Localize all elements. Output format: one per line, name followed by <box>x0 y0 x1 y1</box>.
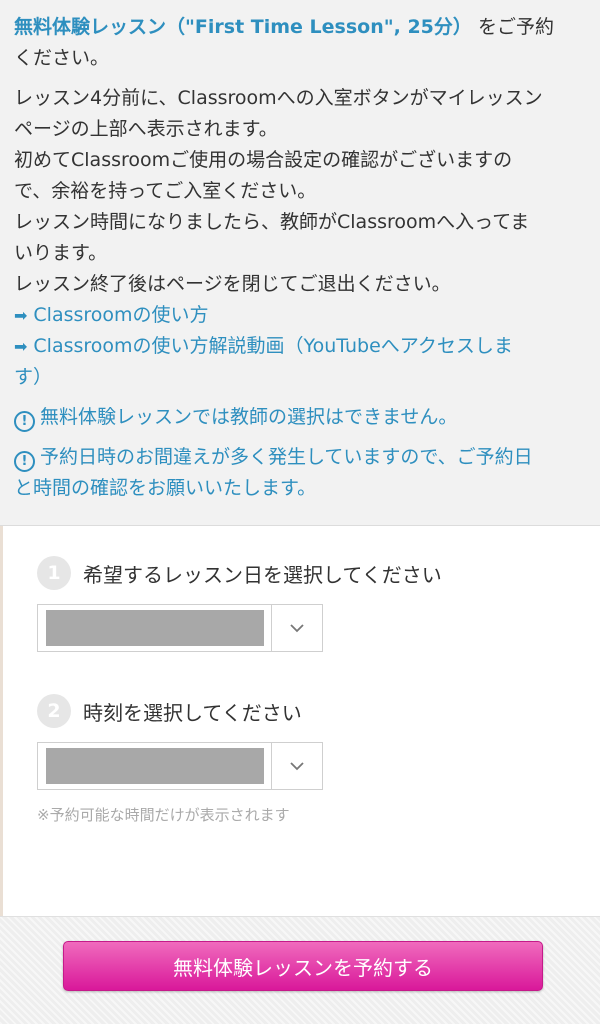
paragraph-line2: ページの上部へ表示されます。 <box>14 118 278 140</box>
classroom-usage-link-label[interactable]: Classroomの使い方 <box>33 304 208 326</box>
intro-suffix: をご予約 <box>477 16 554 38</box>
footer-bar: 無料体験レッスンを予約する <box>0 916 600 1024</box>
intro-highlight: 無料体験レッスン（"First Time Lesson", 25分） <box>14 16 472 38</box>
paragraph-line1: レッスン4分前に、Classroomへの入室ボタンがマイレッスン <box>14 87 543 109</box>
step-label: 時刻を選択してください <box>83 700 302 725</box>
step-label: 希望するレッスン日を選択してください <box>83 562 442 587</box>
paragraph-line5: レッスン時間になりましたら、教師がClassroomへ入ってま <box>14 211 530 233</box>
classroom-video-link-line2[interactable]: す） <box>14 362 586 393</box>
selected-date-value-redacted <box>46 610 264 646</box>
selected-time-value-redacted <box>46 748 264 784</box>
lesson-time-select[interactable] <box>37 742 323 790</box>
intro-text: 無料体験レッスン（"First Time Lesson", 25分） をご予約 <box>14 12 586 43</box>
warning-text: 予約日時のお間違えが多く発生していますので、ご予約日 <box>40 446 533 468</box>
paragraph-line3: 初めてClassroomご使用の場合設定の確認がございますの <box>14 149 513 171</box>
step-2: 2 時刻を選択してください <box>37 694 600 728</box>
step-number: 2 <box>37 694 71 728</box>
available-times-note: ※予約可能な時間だけが表示されます <box>37 806 290 824</box>
arrow-right-icon: ➡ <box>14 306 28 325</box>
lesson-date-select[interactable] <box>37 604 323 652</box>
warning-check-datetime: ! 予約日時のお間違えが多く発生していますので、ご予約日 <box>14 442 586 473</box>
classroom-video-link-label[interactable]: Classroomの使い方解説動画（YouTubeへアクセスしま <box>33 335 512 357</box>
arrow-right-icon: ➡ <box>14 337 28 356</box>
book-trial-lesson-button[interactable]: 無料体験レッスンを予約する <box>63 941 543 991</box>
booking-form: 1 希望するレッスン日を選択してください 2 時刻を選択してください ※予約可能… <box>0 526 600 916</box>
warning-check-datetime-line2: と時間の確認をお願いいたします。 <box>14 477 317 499</box>
chevron-down-icon[interactable] <box>271 605 322 651</box>
warning-no-teacher-select: ! 無料体験レッスンでは教師の選択はできません。 <box>14 402 586 433</box>
step-number: 1 <box>37 556 71 590</box>
paragraph-line7: レッスン終了後はページを閉じてご退出ください。 <box>14 273 451 295</box>
exclamation-circle-icon: ! <box>14 451 35 472</box>
paragraph-line4: で、余裕を持ってご入室ください。 <box>14 180 317 202</box>
intro-line2: ください。 <box>14 47 110 69</box>
classroom-usage-link[interactable]: ➡ Classroomの使い方 <box>14 300 586 331</box>
paragraph-line6: いります。 <box>14 242 108 264</box>
exclamation-circle-icon: ! <box>14 411 35 432</box>
classroom-video-link[interactable]: ➡ Classroomの使い方解説動画（YouTubeへアクセスしま <box>14 331 586 362</box>
info-section: 無料体験レッスン（"First Time Lesson", 25分） をご予約 … <box>0 0 600 526</box>
step-1: 1 希望するレッスン日を選択してください <box>37 556 600 590</box>
warning-text: 無料体験レッスンでは教師の選択はできません。 <box>40 406 458 428</box>
chevron-down-icon[interactable] <box>271 743 322 789</box>
